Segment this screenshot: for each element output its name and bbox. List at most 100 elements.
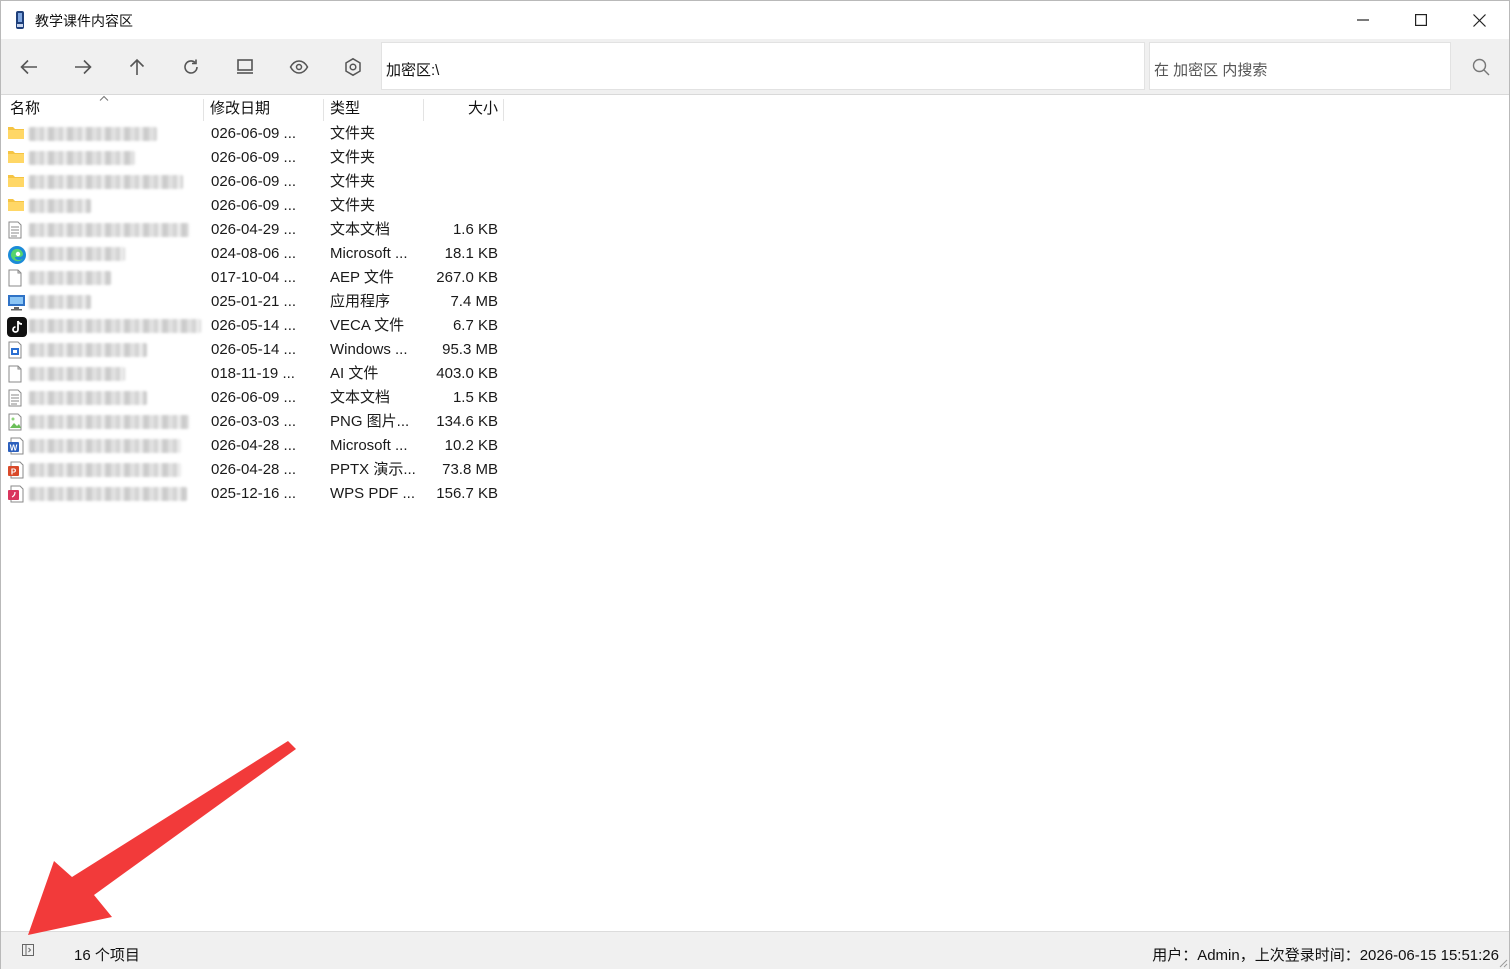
- folder-icon: [7, 125, 27, 143]
- window-title: 教学课件内容区: [35, 13, 133, 29]
- column-header-name[interactable]: 名称: [10, 95, 40, 123]
- file-row[interactable]: 026-05-14 ... Windows ... 95.3 MB: [1, 338, 511, 362]
- panel-toggle-icon[interactable]: [21, 943, 35, 957]
- file-type: AEP 文件: [330, 269, 394, 286]
- minimize-button[interactable]: [1334, 1, 1392, 39]
- back-icon: [20, 59, 37, 74]
- resize-grip-icon[interactable]: [1498, 958, 1508, 968]
- file-date: 026-06-09 ...: [211, 197, 297, 214]
- column-header-size[interactable]: 大小: [425, 95, 498, 123]
- search-input[interactable]: 在 加密区 内搜索: [1149, 42, 1451, 90]
- file-name: [29, 482, 201, 506]
- search-placeholder: 在 加密区 内搜索: [1154, 62, 1268, 79]
- file-date: 026-06-09 ...: [211, 125, 297, 142]
- column-divider[interactable]: [423, 99, 424, 121]
- close-icon: [1472, 13, 1486, 27]
- file-date: 025-12-16 ...: [211, 485, 297, 502]
- sort-ascending-icon: [99, 95, 109, 101]
- file-list: 026-06-09 ... 文件夹 026-06-09 ... 文件夹 026-…: [1, 122, 511, 506]
- file-row[interactable]: 026-06-09 ... 文件夹: [1, 194, 511, 218]
- file-row[interactable]: 026-06-09 ... 文件夹: [1, 170, 511, 194]
- file-row[interactable]: 018-11-19 ... AI 文件 403.0 KB: [1, 362, 511, 386]
- maximize-button[interactable]: [1392, 1, 1450, 39]
- file-type: 文本文档: [330, 221, 391, 238]
- file-date: 017-10-04 ...: [211, 269, 297, 286]
- file-name: [29, 266, 201, 290]
- refresh-button[interactable]: [164, 39, 218, 94]
- eye-icon: [289, 59, 309, 74]
- column-divider[interactable]: [503, 99, 504, 121]
- text-document-icon: [7, 389, 27, 407]
- close-button[interactable]: [1450, 1, 1508, 39]
- settings-button[interactable]: [326, 39, 380, 94]
- application-icon: [7, 293, 27, 311]
- column-header-type[interactable]: 类型: [330, 95, 360, 123]
- column-divider[interactable]: [323, 99, 324, 121]
- search-button[interactable]: [1453, 39, 1509, 94]
- column-header-row: 名称 修改日期 类型 大小: [1, 95, 1509, 123]
- up-icon: [129, 58, 145, 75]
- monitor-icon: [237, 58, 253, 74]
- column-header-date[interactable]: 修改日期: [210, 95, 270, 123]
- file-date: 025-01-21 ...: [211, 293, 297, 310]
- file-type: Microsoft ...: [330, 245, 408, 262]
- file-name: [29, 434, 201, 458]
- file-name: [29, 122, 201, 146]
- file-row[interactable]: P 026-04-28 ... PPTX 演示... 73.8 MB: [1, 458, 511, 482]
- file-date: 018-11-19 ...: [211, 365, 295, 382]
- preview-button[interactable]: [272, 39, 326, 94]
- back-button[interactable]: [2, 39, 56, 94]
- file-type: WPS PDF ...: [330, 485, 416, 502]
- up-button[interactable]: [110, 39, 164, 94]
- minimize-icon: [1357, 19, 1369, 21]
- file-size: [425, 170, 498, 194]
- file-size: 6.7 KB: [452, 317, 498, 334]
- monitor-button[interactable]: [218, 39, 272, 94]
- file-size: 95.3 MB: [442, 341, 498, 358]
- file-date: 024-08-06 ...: [211, 245, 297, 262]
- folder-icon: [7, 149, 27, 167]
- file-name: [29, 170, 201, 194]
- installer-icon: [7, 341, 27, 359]
- maximize-icon: [1415, 14, 1427, 26]
- file-type: Microsoft ...: [330, 437, 408, 454]
- file-name: [29, 314, 201, 338]
- file-name: [29, 146, 201, 170]
- file-size: 403.0 KB: [436, 365, 498, 382]
- file-size: 7.4 MB: [450, 293, 498, 310]
- file-row[interactable]: W 026-04-28 ... Microsoft ... 10.2 KB: [1, 434, 511, 458]
- blank-file-icon: [7, 269, 27, 287]
- file-row[interactable]: 026-06-09 ... 文本文档 1.5 KB: [1, 386, 511, 410]
- file-name: [29, 218, 201, 242]
- file-row[interactable]: 026-06-09 ... 文件夹: [1, 122, 511, 146]
- file-type: VECA 文件: [330, 317, 405, 334]
- file-date: 026-04-29 ...: [211, 221, 297, 238]
- file-row[interactable]: 026-05-14 ... VECA 文件 6.7 KB: [1, 314, 511, 338]
- file-size: 73.8 MB: [442, 461, 498, 478]
- file-size: 10.2 KB: [444, 437, 498, 454]
- svg-text:P: P: [11, 468, 17, 477]
- file-row[interactable]: 026-03-03 ... PNG 图片... 134.6 KB: [1, 410, 511, 434]
- file-date: 026-03-03 ...: [211, 413, 297, 430]
- file-date: 026-05-14 ...: [211, 341, 297, 358]
- file-row[interactable]: 025-12-16 ... WPS PDF ... 156.7 KB: [1, 482, 511, 506]
- file-row[interactable]: 025-01-21 ... 应用程序 7.4 MB: [1, 290, 511, 314]
- forward-button[interactable]: [56, 39, 110, 94]
- column-divider[interactable]: [203, 99, 204, 121]
- wps-pdf-icon: [7, 485, 27, 503]
- address-bar[interactable]: 加密区:\: [381, 42, 1145, 90]
- item-count: 16 个项目: [74, 947, 140, 964]
- file-row[interactable]: 026-06-09 ... 文件夹: [1, 146, 511, 170]
- blank-file-icon: [7, 365, 27, 383]
- tiktok-icon: [7, 317, 27, 337]
- file-row[interactable]: 017-10-04 ... AEP 文件 267.0 KB: [1, 266, 511, 290]
- svg-text:W: W: [10, 444, 18, 453]
- file-type: 文本文档: [330, 389, 391, 406]
- file-row[interactable]: 026-04-29 ... 文本文档 1.6 KB: [1, 218, 511, 242]
- folder-icon: [7, 173, 27, 191]
- file-type: PNG 图片...: [330, 413, 410, 430]
- file-row[interactable]: 024-08-06 ... Microsoft ... 18.1 KB: [1, 242, 511, 266]
- file-type: 文件夹: [330, 125, 376, 142]
- file-date: 026-04-28 ...: [211, 461, 297, 478]
- file-type: 文件夹: [330, 173, 376, 190]
